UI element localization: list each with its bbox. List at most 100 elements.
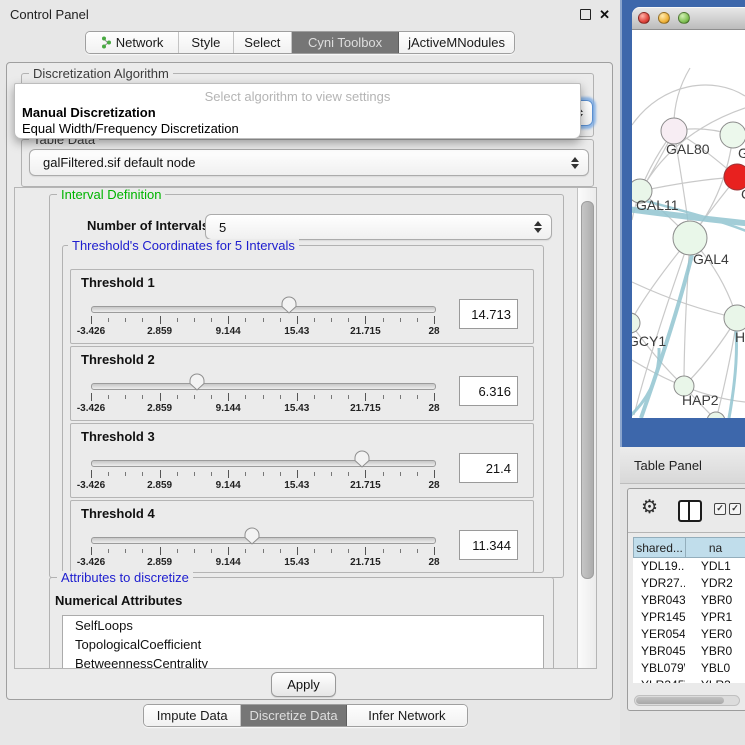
settings-scroll-pane: Interval Definition Number of Intervals … [14, 187, 597, 669]
attribute-item[interactable]: TopologicalCoefficient [63, 635, 543, 654]
table-row[interactable]: YDR27...YDR2 [633, 575, 745, 592]
slider-track[interactable] [91, 460, 436, 467]
slider-thumb[interactable] [281, 296, 297, 314]
cell-name[interactable]: YBR0 [685, 643, 745, 660]
threshold-value-field[interactable]: 14.713 [459, 299, 518, 329]
cell-name[interactable]: YDL1 [685, 558, 745, 575]
float-window-icon[interactable] [580, 9, 591, 20]
cell-shared-name[interactable]: YBR045C [633, 643, 685, 660]
table-panel-toolbar: ⚙ ✓ ✓ [628, 489, 745, 533]
cell-name[interactable]: YPR1 [685, 609, 745, 626]
number-of-intervals-select[interactable]: 5 [205, 214, 552, 240]
slider-scale-label: -3.426 [77, 557, 105, 568]
columns-icon[interactable] [678, 500, 702, 522]
numerical-attributes-list[interactable]: SelfLoopsTopologicalCoefficientBetweenne… [62, 615, 544, 669]
tab-infer-network[interactable]: Infer Network [347, 705, 467, 726]
close-traffic-light-icon[interactable] [638, 12, 650, 24]
tab-discretize-data[interactable]: Discretize Data [241, 705, 346, 726]
slider-track[interactable] [91, 537, 436, 544]
slider-scale-label: 15.43 [284, 403, 309, 414]
table-data-select[interactable]: galFiltered.sif default node [29, 149, 589, 176]
discretization-algorithm-group-label: Discretization Algorithm [29, 67, 173, 80]
dropdown-option-manual-discretization[interactable]: Manual Discretization [22, 105, 156, 120]
table-row[interactable]: YPR145WYPR1 [633, 609, 745, 626]
screen: Control Panel ✕ Network Style Select Cyn… [0, 0, 745, 745]
table-horizontal-scrollbar[interactable] [634, 695, 740, 706]
table-row[interactable]: YBR043CYBR0 [633, 592, 745, 609]
node-label: HAP2 [682, 392, 719, 408]
tab-select[interactable]: Select [234, 32, 292, 53]
checkbox-icon[interactable]: ✓ [714, 503, 726, 515]
node-label: C [741, 186, 745, 202]
cell-shared-name[interactable]: YER054C [633, 626, 685, 643]
cell-shared-name[interactable]: YBR043C [633, 592, 685, 609]
slider-scale-label: 21.715 [350, 557, 381, 568]
column-header-shared-name[interactable]: shared... [633, 537, 686, 558]
cell-shared-name[interactable]: YLR345W [633, 677, 685, 683]
threshold-slider[interactable]: -3.4262.8599.14415.4321.71528 [91, 373, 434, 417]
cell-shared-name[interactable]: YDR27... [633, 575, 685, 592]
tab-label: Discretize Data [250, 708, 338, 723]
slider-track[interactable] [91, 383, 436, 390]
interval-definition-group-label: Interval Definition [57, 188, 165, 201]
cell-shared-name[interactable]: YBL079W [633, 660, 685, 677]
table-row[interactable]: YDL19...YDL1 [633, 558, 745, 575]
zoom-traffic-light-icon[interactable] [678, 12, 690, 24]
tab-style[interactable]: Style [179, 32, 234, 53]
attribute-item[interactable]: BetweennessCentrality [63, 654, 543, 669]
cell-shared-name[interactable]: YDL19... [633, 558, 685, 575]
table-row[interactable]: YLR345WYLR3 [633, 677, 745, 683]
panel-vertical-scrollbar[interactable] [577, 188, 596, 668]
combo-arrows-icon [569, 157, 580, 169]
cell-name[interactable]: YLR3 [685, 677, 745, 683]
dropdown-option-equal-width-frequency[interactable]: Equal Width/Frequency Discretization [22, 121, 239, 136]
threshold-slider[interactable]: -3.4262.8599.14415.4321.71528 [91, 296, 434, 340]
cell-name[interactable]: YDR2 [685, 575, 745, 592]
slider-scale-label: 2.859 [147, 557, 172, 568]
network-view-window: GAL80 GA C GAL11 GAL4 GCY1 H HAP2 [632, 7, 745, 418]
slider-scale-label: 9.144 [216, 403, 241, 414]
gear-icon[interactable]: ⚙ [641, 497, 658, 519]
node-h[interactable] [724, 305, 745, 331]
threshold-slider[interactable]: -3.4262.8599.14415.4321.71528 [91, 450, 434, 494]
threshold-value-field[interactable]: 6.316 [459, 376, 518, 406]
column-header-name[interactable]: na [686, 537, 745, 558]
table-rows: YDL19...YDL1YDR27...YDR2YBR043CYBR0YPR14… [633, 558, 745, 683]
tab-impute-data[interactable]: Impute Data [144, 705, 241, 726]
table-row[interactable]: YBL079WYBL0 [633, 660, 745, 677]
cell-name[interactable]: YER0 [685, 626, 745, 643]
slider-thumb[interactable] [244, 527, 260, 545]
apply-button[interactable]: Apply [271, 672, 336, 697]
network-window-titlebar[interactable] [632, 7, 745, 30]
table-row[interactable]: YER054CYER0 [633, 626, 745, 643]
cell-shared-name[interactable]: YPR145W [633, 609, 685, 626]
slider-thumb[interactable] [354, 450, 370, 468]
slider-thumb[interactable] [189, 373, 205, 391]
threshold-slider[interactable]: -3.4262.8599.14415.4321.71528 [91, 527, 434, 571]
attributes-group-label: Attributes to discretize [57, 571, 193, 584]
slider-scale-label: 28 [428, 403, 439, 414]
table-row[interactable]: YBR045CYBR0 [633, 643, 745, 660]
tab-network[interactable]: Network [86, 32, 179, 53]
checkbox-icon[interactable]: ✓ [729, 503, 741, 515]
thresholds-group-label: Threshold's Coordinates for 5 Intervals [68, 239, 299, 252]
cell-name[interactable]: YBL0 [685, 660, 745, 677]
network-canvas[interactable]: GAL80 GA C GAL11 GAL4 GCY1 H HAP2 [632, 30, 745, 418]
node-gal4[interactable] [673, 221, 707, 255]
scrollbar-thumb[interactable] [581, 201, 594, 579]
scrollbar-thumb[interactable] [636, 697, 724, 704]
close-icon[interactable]: ✕ [599, 9, 610, 20]
threshold-value-field[interactable]: 11.344 [459, 530, 518, 560]
minimize-traffic-light-icon[interactable] [658, 12, 670, 24]
tab-cyni-toolbox[interactable]: Cyni Toolbox [292, 32, 399, 53]
window-controls: ✕ [580, 9, 610, 20]
node-gcy1[interactable] [632, 313, 640, 333]
tab-label: Network [116, 35, 164, 50]
slider-track[interactable] [91, 306, 436, 313]
slider-scale-label: 2.859 [147, 326, 172, 337]
attribute-item[interactable]: SelfLoops [63, 616, 543, 635]
threshold-value-field[interactable]: 21.4 [459, 453, 518, 483]
dropdown-placeholder-option: Select algorithm to view settings [15, 89, 580, 104]
tab-jactivemnodules[interactable]: jActiveMNodules [399, 32, 514, 53]
cell-name[interactable]: YBR0 [685, 592, 745, 609]
